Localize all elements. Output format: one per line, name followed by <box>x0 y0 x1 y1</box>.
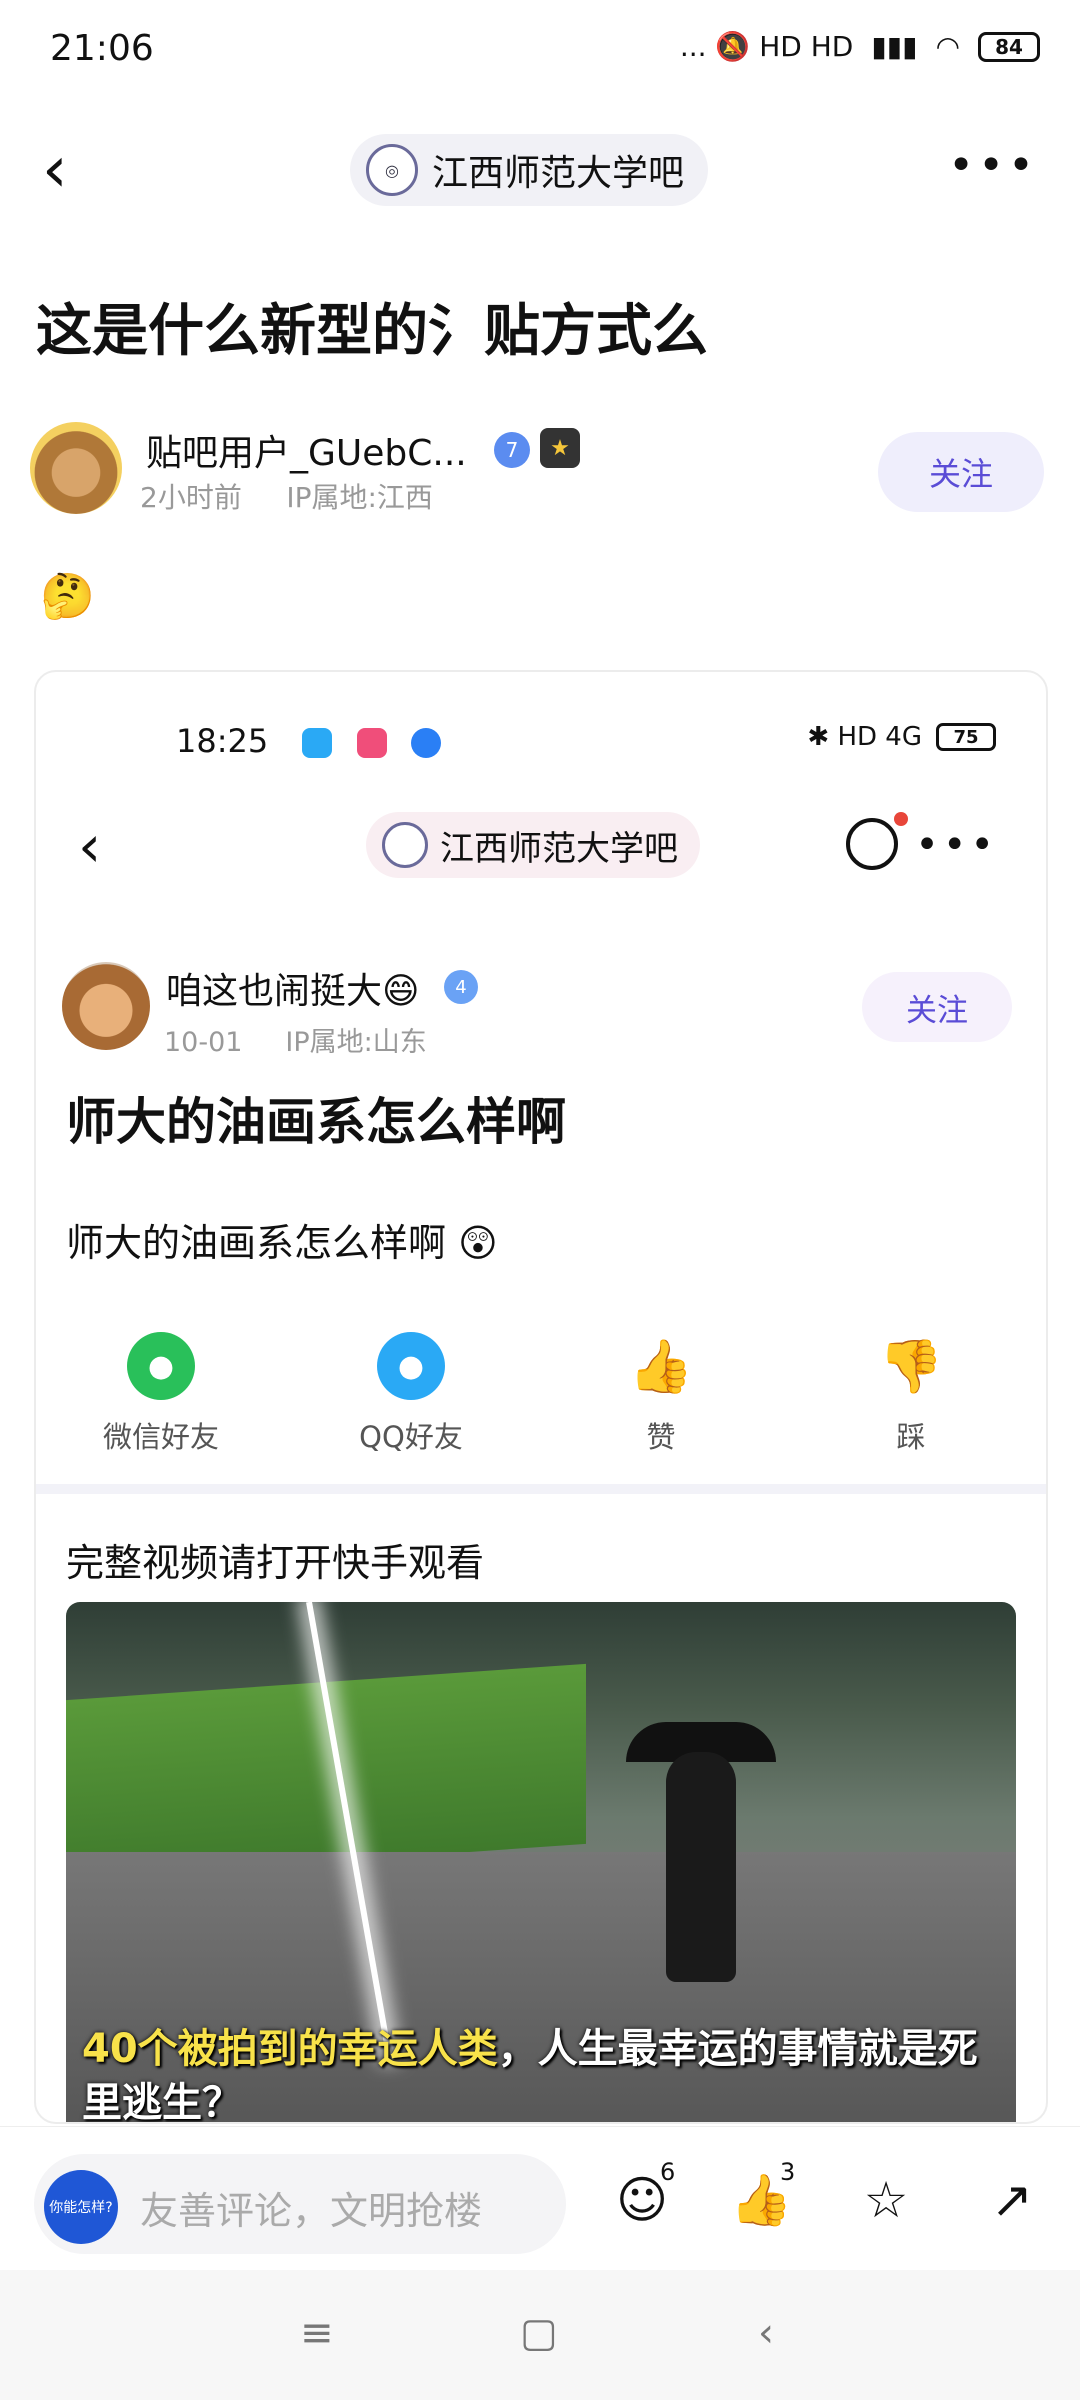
author-avatar[interactable] <box>30 422 122 514</box>
embedded-forum-name: 江西师范大学吧 <box>440 828 678 869</box>
embedded-author-name: 咱这也闹挺大😄 <box>166 971 420 1012</box>
share-icon[interactable]: ↗ <box>982 2170 1042 2230</box>
share-qq: ● QQ好友 <box>326 1332 496 1456</box>
back-button[interactable]: ‹ <box>42 135 92 205</box>
embedded-edit-icon <box>846 818 898 870</box>
embedded-forum-chip: 江西师范大学吧 <box>366 812 700 878</box>
embedded-forum-logo-icon <box>382 822 428 868</box>
video-hint: 完整视频请打开快手观看 <box>66 1541 485 1585</box>
status-time: 21:06 <box>50 28 154 69</box>
forum-logo-icon: ◎ <box>366 144 418 196</box>
comment-placeholder[interactable]: 友善评论，文明抢楼 <box>140 2180 482 2235</box>
thumb-down-icon: 👎 <box>878 1336 944 1397</box>
embedded-divider <box>36 1484 1046 1494</box>
video-caption: 40个被拍到的幸运人类，人生最幸运的事情就是死里逃生？ <box>82 2022 1012 2122</box>
forum-name: 江西师范大学吧 <box>432 153 685 194</box>
star-icon[interactable]: ☆ <box>856 2170 916 2230</box>
follow-button[interactable]: 关注 <box>878 432 1044 512</box>
post-emoji: 🤔 <box>40 571 95 622</box>
embedded-author-avatar <box>62 962 150 1050</box>
share-dislike: 👎 踩 <box>826 1332 996 1456</box>
medal-icon: ★ <box>540 428 580 468</box>
app-dot-icon <box>410 728 441 758</box>
forum-chip[interactable]: ◎ 江西师范大学吧 <box>350 134 709 206</box>
more-menu-button[interactable]: ••• <box>948 140 1038 191</box>
qq-icon: ● <box>377 1332 445 1400</box>
qq-app-icon <box>302 728 333 758</box>
comment-count: 6 <box>660 2158 676 2186</box>
embedded-post-meta: 10-01 IP属地:山东 <box>164 1020 427 1059</box>
share-like-label: 赞 <box>646 1420 676 1454</box>
embedded-notification-dot <box>894 812 908 826</box>
embedded-status-misc: ✱ HD 4G <box>807 722 922 752</box>
post-title: 这是什么新型的氵贴方式么 <box>36 299 708 364</box>
home-nav-icon[interactable]: ▢ <box>520 2310 558 2356</box>
like-count: 3 <box>780 2158 796 2186</box>
embedded-back-icon: ‹ <box>78 812 102 880</box>
user-avatar[interactable]: 你能怎样? <box>44 2170 118 2244</box>
person-shape <box>666 1752 736 1982</box>
embedded-follow-button: 关注 <box>862 972 1012 1042</box>
post-meta: 2小时前 IP属地:江西 <box>140 476 433 516</box>
embedded-post-body: 师大的油画系怎么样啊 😲 <box>66 1221 498 1265</box>
status-misc-icons: ... 🔕 HD HD <box>679 30 854 63</box>
embedded-screenshot[interactable]: 18:25 ✱ HD 4G 75 ‹ 江西师范大学吧 ••• 咱这也闹挺大😄 4… <box>34 670 1048 2124</box>
post-time: 2小时前 <box>140 481 242 514</box>
embedded-status-time: 18:25 <box>176 722 269 760</box>
status-icons: ... 🔕 HD HD ▮▮▮ ◠ 84 <box>680 30 1040 63</box>
thumb-up-icon: 👍 <box>628 1336 694 1397</box>
author-name[interactable]: 贴吧用户_GUebC... <box>146 424 467 476</box>
embedded-post-title: 师大的油画系怎么样啊 <box>66 1093 566 1151</box>
share-dislike-label: 踩 <box>896 1420 926 1454</box>
share-qq-label: QQ好友 <box>359 1420 463 1454</box>
share-wechat: ● 微信好友 <box>76 1332 246 1456</box>
embedded-status-icons: ✱ HD 4G 75 <box>807 722 996 752</box>
wechat-icon: ● <box>127 1332 195 1400</box>
app-icon <box>356 728 387 758</box>
status-bar: 21:06 ... 🔕 HD HD ▮▮▮ ◠ 84 <box>0 0 1080 100</box>
embedded-post-date: 10-01 <box>164 1027 243 1058</box>
wifi-icon: ◠ <box>935 30 960 63</box>
embedded-battery-icon: 75 <box>936 723 996 751</box>
share-wechat-label: 微信好友 <box>102 1420 219 1454</box>
post-ip: IP属地:江西 <box>286 481 433 514</box>
level-badge-icon: 7 <box>494 432 530 468</box>
embedded-more-icon: ••• <box>915 822 998 868</box>
share-like: 👍 赞 <box>576 1332 746 1456</box>
embedded-status-bar: 18:25 <box>176 722 455 760</box>
back-nav-icon[interactable]: ‹ <box>758 2310 774 2356</box>
video-caption-highlight: 40个被拍到的幸运人类 <box>82 2026 498 2072</box>
battery-icon: 84 <box>978 31 1040 62</box>
video-thumbnail: 40个被拍到的幸运人类，人生最幸运的事情就是死里逃生？ <box>66 1602 1016 2122</box>
embedded-level-badge-icon: 4 <box>444 970 478 1004</box>
menu-nav-icon[interactable]: ≡ <box>300 2310 334 2356</box>
signal-icon: ▮▮▮ <box>871 30 918 63</box>
embedded-post-ip: IP属地:山东 <box>285 1027 427 1058</box>
